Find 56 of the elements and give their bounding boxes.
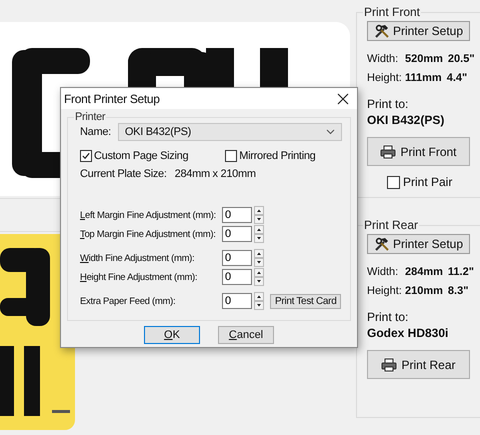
plate-size-value: 284mm x 210mm (174, 168, 256, 180)
width-mm: 284mm (405, 266, 443, 278)
printer-setup-button[interactable]: Printer Setup (367, 234, 470, 254)
group-title: Printer (74, 111, 106, 123)
checkmark-icon (81, 151, 91, 161)
height-inches: 4.4" (446, 72, 468, 84)
number-field[interactable]: 0 (222, 250, 252, 266)
field-label: Left Margin Fine Adjustment (mm): (80, 210, 217, 220)
printer-setup-button[interactable]: Printer Setup (367, 21, 470, 41)
field-label: Top Margin Fine Adjustment (mm): (80, 228, 217, 240)
name-label: Name: (80, 126, 111, 138)
width-inches: 11.2" (448, 266, 474, 278)
spinner-icon[interactable] (254, 225, 264, 243)
printer-name: Godex HD830i (367, 326, 448, 340)
hammer-wrench-icon (374, 24, 390, 38)
dialog-title: Front Printer Setup (64, 92, 160, 106)
print-button[interactable]: Print Rear (367, 350, 470, 379)
spinner-icon[interactable] (254, 249, 264, 267)
spinner-icon[interactable] (254, 206, 264, 224)
field-label: Height Fine Adjustment (mm): (80, 272, 198, 282)
spinner-icon[interactable] (254, 292, 264, 310)
cancel-button[interactable]: Cancel (218, 326, 274, 344)
plate-size-label: Current Plate Size: (80, 168, 167, 180)
number-field[interactable]: 0 (222, 207, 252, 223)
height-inches: 8.3" (448, 285, 468, 297)
print-to-label: Print to: (367, 97, 408, 111)
width-inches: 20.5" (448, 53, 475, 65)
height-mm: 210mm (405, 285, 443, 297)
width-mm: 520mm (405, 53, 443, 65)
number-field[interactable]: 0 (222, 269, 252, 285)
print-button[interactable]: Print Front (367, 137, 470, 166)
option-checkbox[interactable]: Mirrored Printing (225, 150, 316, 162)
group-title: Print Front (363, 5, 422, 19)
print-pair-checkbox[interactable]: Print Pair (387, 175, 452, 189)
printer-icon (381, 358, 398, 372)
print-to-label: Print to: (367, 310, 408, 324)
close-icon[interactable] (337, 92, 349, 104)
number-field[interactable]: 0 (222, 226, 252, 242)
height-mm: 111mm (405, 72, 442, 84)
printer-name: OKI B432(PS) (367, 113, 444, 127)
width-label: Width: (367, 266, 400, 278)
ok-button[interactable]: OK (144, 326, 200, 344)
group-title: Print Rear (363, 218, 420, 232)
width-label: Width: (367, 53, 400, 65)
hammer-wrench-icon (374, 237, 390, 251)
height-label: Height: (367, 72, 403, 84)
option-checkbox[interactable]: Custom Page Sizing (80, 150, 188, 162)
number-field[interactable]: 0 (222, 293, 252, 309)
field-label: Width Fine Adjustment (mm): (80, 252, 196, 264)
print-test-card-button[interactable]: Print Test Card (270, 294, 342, 308)
chevron-down-icon (326, 129, 335, 135)
printer-dropdown[interactable]: OKI B432(PS) (118, 123, 342, 141)
field-label: Extra Paper Feed (mm): (80, 296, 176, 306)
spinner-icon[interactable] (254, 268, 264, 286)
printer-icon (380, 144, 396, 158)
height-label: Height: (367, 285, 403, 297)
